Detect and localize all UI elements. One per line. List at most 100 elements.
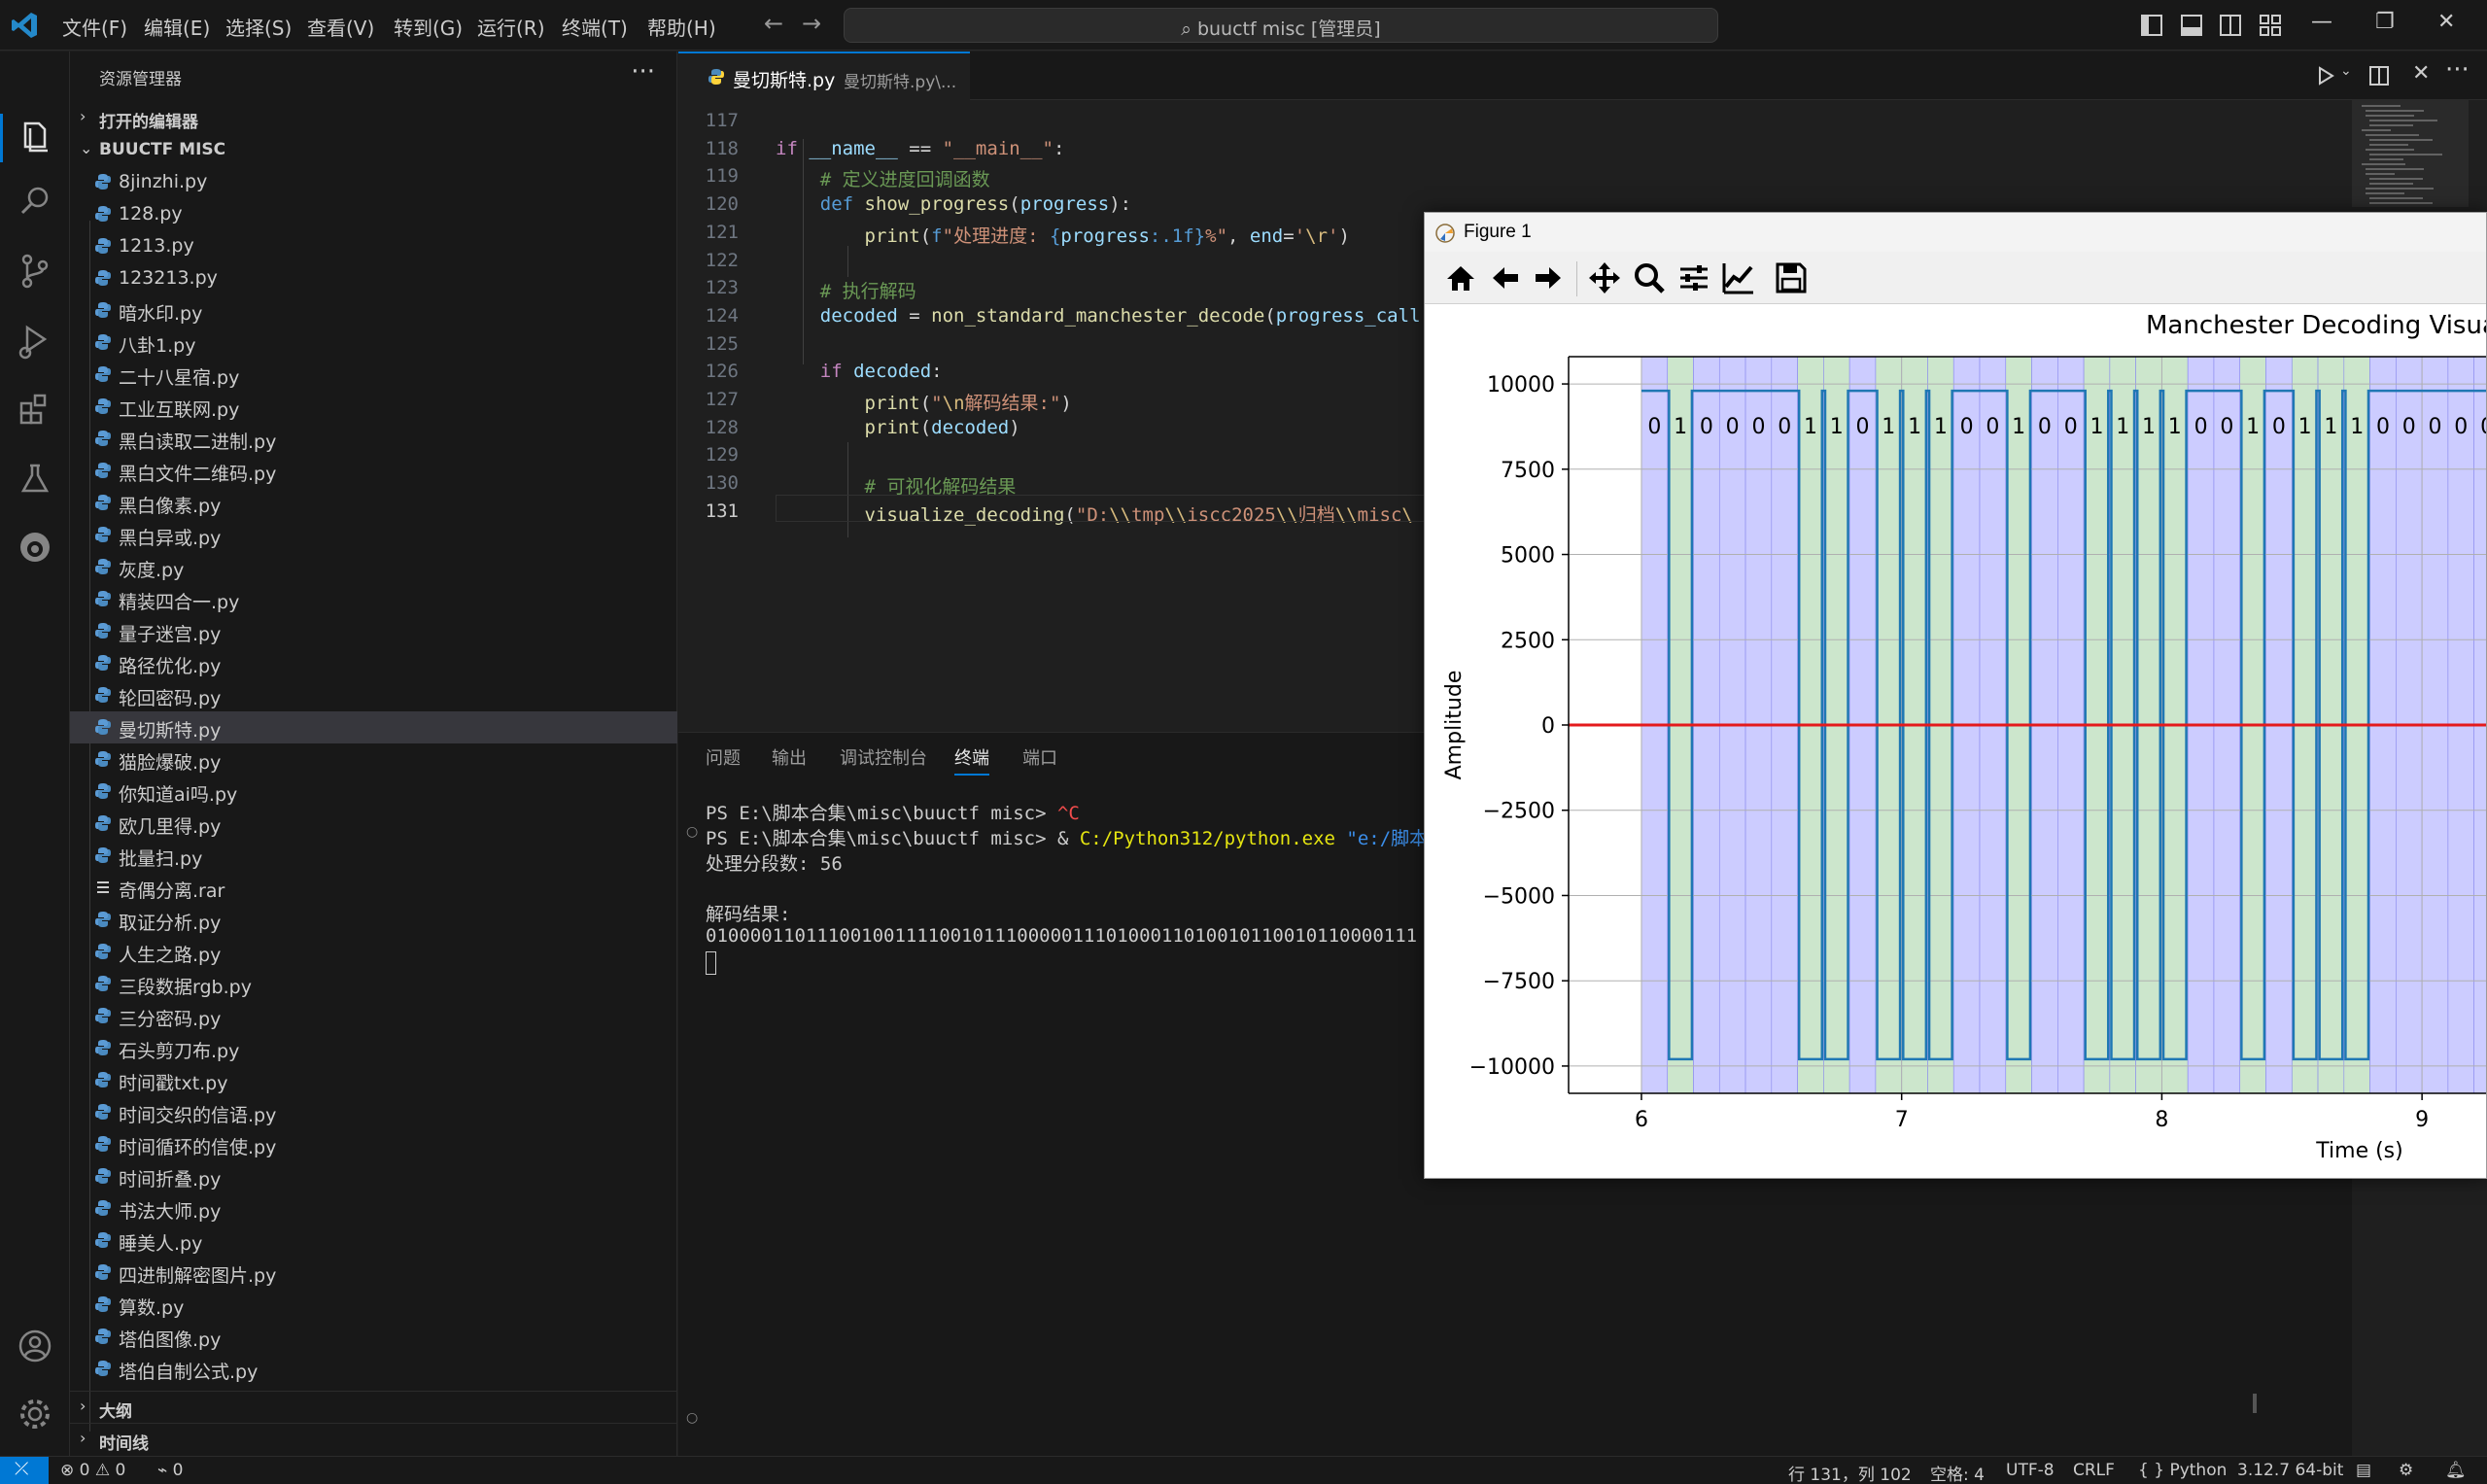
file-item[interactable]: 塔伯图像.py [70, 1321, 677, 1353]
menu-item[interactable]: 文件(F) [62, 13, 127, 41]
manchester-plot[interactable]: 0100001101110010011110010111000001000075… [1425, 304, 2487, 1179]
file-item[interactable]: 三分密码.py [70, 1000, 677, 1032]
file-item[interactable]: 时间戳txt.py [70, 1064, 677, 1096]
remote-explorer-icon[interactable] [14, 526, 56, 569]
back-icon[interactable] [1487, 259, 1524, 296]
editor-more-icon[interactable]: ··· [2445, 55, 2470, 85]
forward-icon[interactable] [1530, 259, 1567, 296]
file-item[interactable]: 128.py [70, 198, 677, 230]
edit-axis-icon[interactable] [1720, 259, 1757, 296]
split-editor-icon[interactable] [2369, 66, 2389, 86]
editor-tab[interactable]: 曼切斯特.py 曼切斯特.py\... [678, 52, 970, 100]
source-control-icon[interactable] [14, 250, 56, 293]
file-item[interactable]: 书法大师.py [70, 1192, 677, 1225]
save-icon[interactable] [1773, 259, 1810, 296]
close-window-icon[interactable]: ✕ [2437, 10, 2455, 34]
configure-subplots-icon[interactable] [1675, 259, 1712, 296]
menu-item[interactable]: 编辑(E) [144, 13, 210, 41]
code-line[interactable]: 119 # 定义进度回调函数 [678, 165, 2311, 192]
file-item[interactable]: 灰度.py [70, 551, 677, 583]
file-item[interactable]: 精装四合一.py [70, 583, 677, 615]
back-arrow-icon[interactable]: ← [764, 10, 783, 37]
more-actions-icon[interactable]: ··· [631, 57, 655, 86]
file-item[interactable]: 工业互联网.py [70, 391, 677, 423]
testing-icon[interactable] [14, 458, 56, 500]
line-ending[interactable]: CRLF [2073, 1461, 2115, 1480]
matplotlib-figure-window[interactable]: Figure 1 0100001101110010011110010111000… [1424, 212, 2487, 1179]
toggle-primary-sidebar-icon[interactable] [2141, 15, 2162, 36]
copilot-icon[interactable]: ▤ [2356, 1461, 2371, 1480]
code-line[interactable]: 117 [678, 110, 2311, 137]
feedback-icon[interactable]: ⚙ [2399, 1461, 2413, 1480]
menu-item[interactable]: 转到(G) [394, 13, 463, 41]
file-item[interactable]: 黑白像素.py [70, 487, 677, 519]
panel-tab[interactable]: 调试控制台 [840, 744, 927, 770]
explorer-icon[interactable] [14, 116, 56, 158]
file-item[interactable]: 人生之路.py [70, 936, 677, 968]
command-center-search[interactable]: ⌕ buuctf misc [管理员] [844, 8, 1718, 43]
file-item[interactable]: 睡美人.py [70, 1225, 677, 1257]
file-item[interactable]: 二十八星宿.py [70, 359, 677, 391]
file-item[interactable]: 路径优化.py [70, 647, 677, 679]
indentation[interactable]: 空格: 4 [1930, 1461, 1985, 1484]
file-item[interactable]: 时间交织的信语.py [70, 1096, 677, 1128]
customize-layout-icon[interactable] [2260, 15, 2281, 36]
panel-tab[interactable]: 输出 [772, 744, 807, 770]
language-mode[interactable]: { } Python [2138, 1461, 2227, 1480]
file-item[interactable]: 8jinzhi.py [70, 166, 677, 198]
panel-tab[interactable]: 终端 [954, 744, 989, 776]
extensions-icon[interactable] [14, 388, 56, 431]
file-item[interactable]: 时间循环的信使.py [70, 1128, 677, 1160]
accounts-icon[interactable] [14, 1325, 56, 1367]
run-debug-icon[interactable] [14, 320, 56, 362]
encoding[interactable]: UTF-8 [2006, 1461, 2055, 1480]
menu-item[interactable]: 帮助(H) [647, 13, 716, 41]
problems-indicator[interactable]: ⊗ 0 ⚠ 0 [60, 1461, 125, 1480]
file-item[interactable]: 黑白文件二维码.py [70, 455, 677, 487]
close-editor-icon[interactable]: ✕ [2412, 61, 2430, 86]
panel-scrollbar[interactable] [2253, 1394, 2257, 1413]
file-item[interactable]: 暗水印.py [70, 294, 677, 327]
run-file-icon[interactable] [2316, 66, 2335, 86]
file-item[interactable]: 奇偶分离.rar [70, 872, 677, 904]
run-dropdown-icon[interactable]: ⌄ [2340, 63, 2352, 79]
toggle-secondary-sidebar-icon[interactable] [2220, 15, 2241, 36]
forward-arrow-icon[interactable]: → [802, 10, 821, 37]
file-item[interactable]: 三段数据rgb.py [70, 968, 677, 1000]
figure-title-bar[interactable]: Figure 1 [1425, 213, 2486, 252]
outline-section[interactable]: › 大纲 [70, 1391, 677, 1422]
pan-icon[interactable] [1586, 259, 1623, 296]
file-item[interactable]: 曼切斯特.py [70, 711, 677, 743]
file-item[interactable]: 黑白异或.py [70, 519, 677, 551]
file-item[interactable]: 量子迷宫.py [70, 615, 677, 647]
menu-item[interactable]: 查看(V) [307, 13, 374, 41]
menu-item[interactable]: 终端(T) [562, 13, 628, 41]
menu-item[interactable]: 选择(S) [225, 13, 292, 41]
restore-icon[interactable]: ❐ [2375, 10, 2395, 34]
remote-indicator[interactable]: ⤫ [0, 1457, 49, 1484]
notifications-bell-icon[interactable]: 🔔︎ [2445, 1461, 2467, 1480]
code-line[interactable]: 118 if __name__ == "__main__": [678, 138, 2311, 165]
terminal-cursor[interactable] [706, 951, 716, 975]
file-item[interactable]: 1213.py [70, 230, 677, 262]
file-item[interactable]: 轮回密码.py [70, 679, 677, 711]
timeline-section[interactable]: › 时间线 [70, 1423, 677, 1454]
file-item[interactable]: 123213.py [70, 262, 677, 294]
file-item[interactable]: 你知道ai吗.py [70, 776, 677, 808]
minimize-icon[interactable]: — [2311, 10, 2332, 34]
file-item[interactable]: 四进制解密图片.py [70, 1257, 677, 1289]
file-item[interactable]: 批量扫.py [70, 840, 677, 872]
cursor-position[interactable]: 行 131，列 102 [1788, 1461, 1912, 1484]
file-item[interactable]: 取证分析.py [70, 904, 677, 936]
home-icon[interactable] [1442, 259, 1479, 296]
folder-section[interactable]: ⌄ BUUCTF MISC [70, 134, 677, 165]
zoom-icon[interactable] [1631, 259, 1668, 296]
file-item[interactable]: 欧几里得.py [70, 808, 677, 840]
panel-tab[interactable]: 端口 [1022, 744, 1057, 770]
file-item[interactable]: 黑白读取二进制.py [70, 423, 677, 455]
file-item[interactable]: 算数.py [70, 1289, 677, 1321]
settings-gear-icon[interactable] [14, 1393, 56, 1435]
file-item[interactable]: 猫脸爆破.py [70, 743, 677, 776]
file-item[interactable]: 八卦1.py [70, 327, 677, 359]
file-item[interactable]: 时间折叠.py [70, 1160, 677, 1192]
